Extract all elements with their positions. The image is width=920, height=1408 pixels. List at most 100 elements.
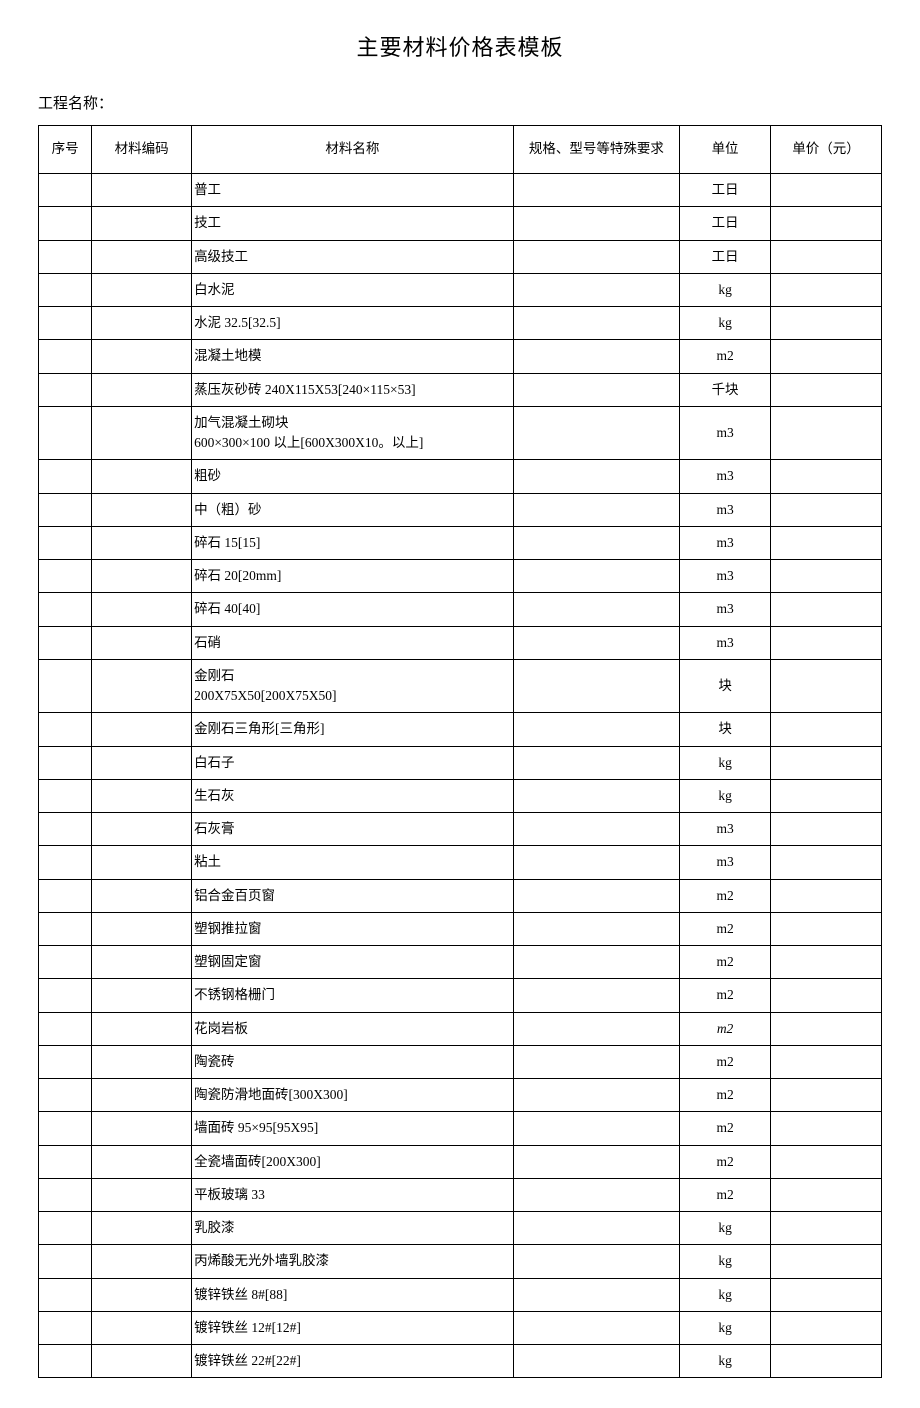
cell-spec [513, 659, 679, 713]
table-row: 石灰膏m3 [39, 813, 882, 846]
cell-spec [513, 1278, 679, 1311]
table-row: 金刚石三角形[三角形]块 [39, 713, 882, 746]
cell-seq [39, 593, 92, 626]
cell-name: 陶瓷砖 [192, 1045, 514, 1078]
cell-seq [39, 879, 92, 912]
cell-unit: 千块 [680, 373, 771, 406]
cell-spec [513, 979, 679, 1012]
cell-price [771, 460, 882, 493]
cell-code [92, 912, 192, 945]
cell-name: 平板玻璃 33 [192, 1178, 514, 1211]
table-row: 陶瓷防滑地面砖[300X300]m2 [39, 1079, 882, 1112]
cell-code [92, 779, 192, 812]
cell-unit: m2 [680, 979, 771, 1012]
cell-name: 铝合金百页窗 [192, 879, 514, 912]
cell-name: 碎石 15[15] [192, 526, 514, 559]
cell-price [771, 626, 882, 659]
cell-spec [513, 460, 679, 493]
cell-price [771, 1045, 882, 1078]
cell-name: 全瓷墙面砖[200X300] [192, 1145, 514, 1178]
cell-name: 碎石 40[40] [192, 593, 514, 626]
cell-name: 镀锌铁丝 8#[88] [192, 1278, 514, 1311]
cell-name: 水泥 32.5[32.5] [192, 307, 514, 340]
cell-unit: kg [680, 1278, 771, 1311]
cell-code [92, 846, 192, 879]
cell-unit: kg [680, 746, 771, 779]
cell-code [92, 174, 192, 207]
cell-spec [513, 207, 679, 240]
cell-unit: m2 [680, 1145, 771, 1178]
cell-code [92, 207, 192, 240]
cell-price [771, 560, 882, 593]
cell-price [771, 1079, 882, 1112]
cell-spec [513, 240, 679, 273]
cell-price [771, 979, 882, 1012]
cell-spec [513, 406, 679, 460]
cell-seq [39, 912, 92, 945]
cell-seq [39, 1145, 92, 1178]
cell-spec [513, 946, 679, 979]
cell-price [771, 273, 882, 306]
cell-price [771, 1112, 882, 1145]
table-row: 中（粗）砂 m3 [39, 493, 882, 526]
header-code: 材料编码 [92, 126, 192, 174]
cell-unit: 工日 [680, 174, 771, 207]
cell-price [771, 946, 882, 979]
cell-spec [513, 560, 679, 593]
cell-seq [39, 746, 92, 779]
cell-name: 金刚石三角形[三角形] [192, 713, 514, 746]
cell-seq [39, 813, 92, 846]
cell-seq [39, 207, 92, 240]
cell-name: 墙面砖 95×95[95X95] [192, 1112, 514, 1145]
cell-seq [39, 713, 92, 746]
cell-code [92, 879, 192, 912]
cell-seq [39, 526, 92, 559]
cell-price [771, 813, 882, 846]
cell-unit: m2 [680, 1045, 771, 1078]
table-row: 蒸压灰砂砖 240X115X53[240×115×53] 千块 [39, 373, 882, 406]
cell-unit: m3 [680, 493, 771, 526]
cell-spec [513, 1112, 679, 1145]
cell-code [92, 1311, 192, 1344]
cell-code [92, 1245, 192, 1278]
cell-price [771, 373, 882, 406]
cell-seq [39, 779, 92, 812]
cell-code [92, 560, 192, 593]
table-row: 陶瓷砖 m2 [39, 1045, 882, 1078]
cell-seq [39, 373, 92, 406]
cell-code [92, 946, 192, 979]
cell-spec [513, 846, 679, 879]
table-row: 碎石 15[15]m3 [39, 526, 882, 559]
cell-name: 碎石 20[20mm] [192, 560, 514, 593]
cell-name: 中（粗）砂 [192, 493, 514, 526]
cell-spec [513, 593, 679, 626]
table-row: 技工工日 [39, 207, 882, 240]
cell-name: 塑钢推拉窗 [192, 912, 514, 945]
cell-code [92, 1278, 192, 1311]
cell-code [92, 659, 192, 713]
cell-name: 蒸压灰砂砖 240X115X53[240×115×53] [192, 373, 514, 406]
cell-code [92, 1178, 192, 1211]
cell-name: 技工 [192, 207, 514, 240]
cell-price [771, 406, 882, 460]
table-row: 白水泥kg [39, 273, 882, 306]
cell-price [771, 174, 882, 207]
cell-unit: m3 [680, 626, 771, 659]
cell-seq [39, 846, 92, 879]
table-row: 碎石 20[20mm]m3 [39, 560, 882, 593]
cell-spec [513, 526, 679, 559]
cell-price [771, 1212, 882, 1245]
cell-price [771, 493, 882, 526]
table-row: 生石灰kg [39, 779, 882, 812]
cell-seq [39, 1045, 92, 1078]
cell-spec [513, 1145, 679, 1178]
table-row: 普工工日 [39, 174, 882, 207]
header-seq: 序号 [39, 126, 92, 174]
cell-spec [513, 912, 679, 945]
table-row: 镀锌铁丝 22#[22#]kg [39, 1345, 882, 1378]
table-row: 白石子kg [39, 746, 882, 779]
cell-price [771, 1345, 882, 1378]
cell-unit: m3 [680, 460, 771, 493]
project-name-label: 工程名称： [38, 92, 882, 113]
cell-code [92, 593, 192, 626]
